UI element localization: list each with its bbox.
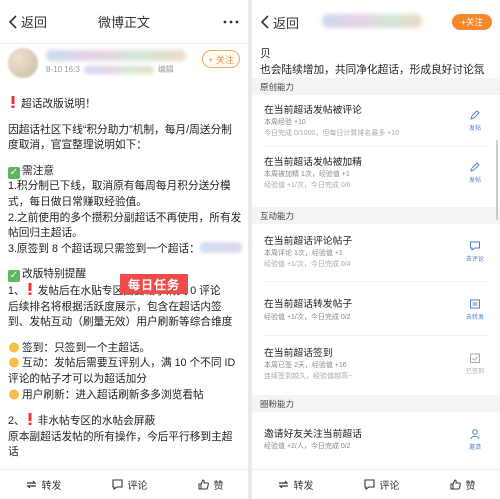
task-title: 在当前超话签到	[264, 348, 333, 359]
repost-button[interactable]: 转发	[25, 477, 62, 492]
comment-button[interactable]: 评论	[111, 477, 148, 492]
task-action-invite[interactable]: 邀请	[464, 428, 486, 451]
like-button[interactable]: 赞	[449, 477, 476, 492]
back-label: 返回	[273, 15, 300, 31]
task-row: 在当前超话发帖被评论 本周经验 +10 今日完成 0/1000，但每日计算排名最…	[252, 95, 500, 147]
section-interact: 互动能力	[252, 207, 500, 224]
meta-redacted	[83, 65, 154, 74]
supertopic-task-panel: 返回 +关注 所有副超话会合并，大家不用担心，主超话帖量贝 也会陆续增加，共同净…	[252, 0, 500, 499]
task-progress: 连续签到越久，经验值越高~	[264, 373, 353, 380]
reminder-item-2-detail: 原本副超话发帖的所有操作，今后平行移到主超话	[8, 430, 233, 459]
top-nav-bar: 返回 +关注	[252, 0, 500, 44]
comment-icon	[111, 479, 123, 491]
top-nav-bar: 返回 微博正文	[0, 0, 248, 44]
exclamation-icon	[11, 96, 15, 108]
comment-button[interactable]: 评论	[363, 477, 400, 492]
text-line: 也会陆续增加，共同净化超话，形成良好讨论氛	[260, 64, 485, 76]
task-action-checked-in[interactable]: 已签到	[464, 352, 486, 375]
back-label: 返回	[21, 15, 48, 30]
task-row: 在当前超话评论帖子 本周评论 1次，经验值 +1 经验值 +1/次，今日完成 0…	[252, 226, 500, 282]
user-icon	[470, 429, 480, 440]
author-header: 8-10 16:3 编辑 + 关注	[8, 46, 240, 86]
back-button[interactable]: 返回	[252, 13, 299, 32]
post-detail-panel: 返回 微博正文 8-10 16:3 编辑 + 关注 超话改版说明！ 因超话社区下…	[0, 0, 248, 499]
thumbs-up-icon	[198, 479, 209, 490]
avatar[interactable]	[8, 48, 38, 78]
follow-button[interactable]: +关注	[452, 14, 492, 30]
post-meta: 8-10 16:3 编辑	[46, 64, 174, 75]
reminder-item-1-detail: 后续排名将根据活跃度展示，包含在超话内签到、发帖互动（刷量无效）用户刷新等综合维…	[8, 300, 233, 329]
comment-icon	[470, 241, 480, 251]
task-title: 在当前超话转发帖子	[264, 299, 353, 310]
task-progress: 今日完成 0/1000，但每日计算排名最多 +10	[264, 130, 400, 137]
like-button[interactable]: 赞	[197, 477, 224, 492]
clap-icon	[9, 389, 19, 399]
task-title: 邀请好友关注当前超话	[264, 429, 362, 440]
more-icon[interactable]	[222, 14, 240, 30]
task-title: 在当前超话发帖被评论	[264, 105, 362, 116]
task-action-comment[interactable]: 去评论	[464, 240, 486, 263]
exclamation-icon	[28, 282, 32, 295]
task-detail: 本周被加精 1次，经验值 +1	[264, 171, 350, 178]
post-headline: 超话改版说明！	[8, 96, 242, 113]
task-detail: 经验值 +1/次，今日完成 0/2	[264, 314, 351, 321]
repost-icon	[26, 480, 36, 489]
exclamation-icon	[28, 413, 32, 426]
task-progress: 经验值 +1/次，今日完成 0/6	[264, 182, 351, 189]
task-row: 在当前超话发帖被加精 本周被加精 1次，经验值 +1 经验值 +1/次，今日完成…	[252, 147, 500, 199]
comment-icon	[363, 479, 375, 491]
bullet-checkin: 签到：只签到一个主超话。	[8, 341, 242, 357]
repost-icon	[278, 480, 288, 489]
task-title: 在当前超话评论帖子	[264, 236, 353, 247]
task-detail: 本周已签 2天，经验值 +16	[264, 362, 347, 369]
topic-name-redacted	[322, 14, 422, 28]
repost-icon	[470, 299, 480, 309]
checkmark-icon: ✓	[8, 270, 20, 283]
task-action-repost[interactable]: 去转发	[464, 298, 486, 321]
post-time: 8-10 16:3	[46, 65, 80, 74]
back-button[interactable]: 返回	[0, 12, 47, 31]
checkmark-icon: ✓	[8, 166, 20, 179]
scrollbar[interactable]	[496, 140, 498, 220]
clap-icon	[9, 342, 19, 353]
task-detail: 本周评论 1次，经验值 +1	[264, 250, 343, 257]
screenshot-collage: 返回 微博正文 8-10 16:3 编辑 + 关注 超话改版说明！ 因超话社区下…	[0, 0, 500, 499]
clap-icon	[9, 357, 19, 368]
calendar-check-icon	[470, 353, 480, 363]
bottom-action-bar: 转发 评论 赞	[0, 469, 248, 499]
task-row: 在当前超话转发帖子 经验值 +1/次，今日完成 0/2 去转发	[252, 284, 500, 336]
task-progress: 经验值 +1/次，今日完成 0/4	[264, 261, 351, 268]
section-original: 原创能力	[252, 78, 500, 95]
notice-item-2: 2.之前使用的多个攒积分副超话不再使用，所有发帖回归主超话。	[8, 211, 242, 240]
task-action-post[interactable]: 发帖	[464, 109, 486, 132]
author-name-redacted	[46, 50, 186, 61]
task-detail: 本周经验 +10	[264, 119, 306, 126]
task-row: 在当前超话签到 本周已签 2天，经验值 +16 连续签到越久，经验值越高~ 已签…	[252, 338, 500, 388]
bottom-action-bar: 转发 评论 赞	[252, 469, 500, 499]
notice-item-3: 3.原签到 8 个超话现只需签到一个超话：	[8, 241, 242, 258]
task-detail: 经验值 +2/人，今日完成 0/2	[264, 443, 351, 450]
task-row: 邀请好友关注当前超话 经验值 +2/人，今日完成 0/2 邀请	[252, 414, 500, 466]
edit-icon	[470, 110, 480, 120]
reminder-item-2: 2、 非水帖专区的水帖会屏蔽	[8, 413, 156, 428]
notice-item-1: 1.积分制已下线，取消原有每周每月积分送分模式，每日做日常赚取经验值。	[8, 180, 231, 208]
post-meta-suffix: 编辑	[157, 65, 174, 74]
daily-task-stamp: 每日任务	[120, 274, 188, 294]
edit-icon	[470, 162, 480, 172]
link-redacted[interactable]	[199, 241, 242, 253]
task-action-post[interactable]: 发帖	[464, 161, 486, 184]
task-title: 在当前超话发帖被加精	[264, 157, 362, 168]
bullet-refresh: 用户刷新：进入超话刷新多多浏览看帖	[8, 388, 242, 404]
section-circle: 圈粉能力	[252, 395, 500, 412]
section-notice-title: ✓ 需注意	[8, 164, 55, 179]
follow-button[interactable]: + 关注	[202, 50, 240, 68]
post-intro: 因超话社区下线“积分助力”机制，每月/周送分制度取消，官宣整理说明如下：	[8, 123, 232, 152]
chevron-left-icon	[8, 14, 17, 29]
bullet-interact: 互动：发帖后需要互评别人，满 10 个不同 ID 评论的帖子才可以为超话加分	[8, 357, 236, 385]
chevron-left-icon	[260, 15, 269, 29]
repost-button[interactable]: 转发	[277, 477, 314, 492]
thumbs-up-icon	[450, 479, 461, 490]
